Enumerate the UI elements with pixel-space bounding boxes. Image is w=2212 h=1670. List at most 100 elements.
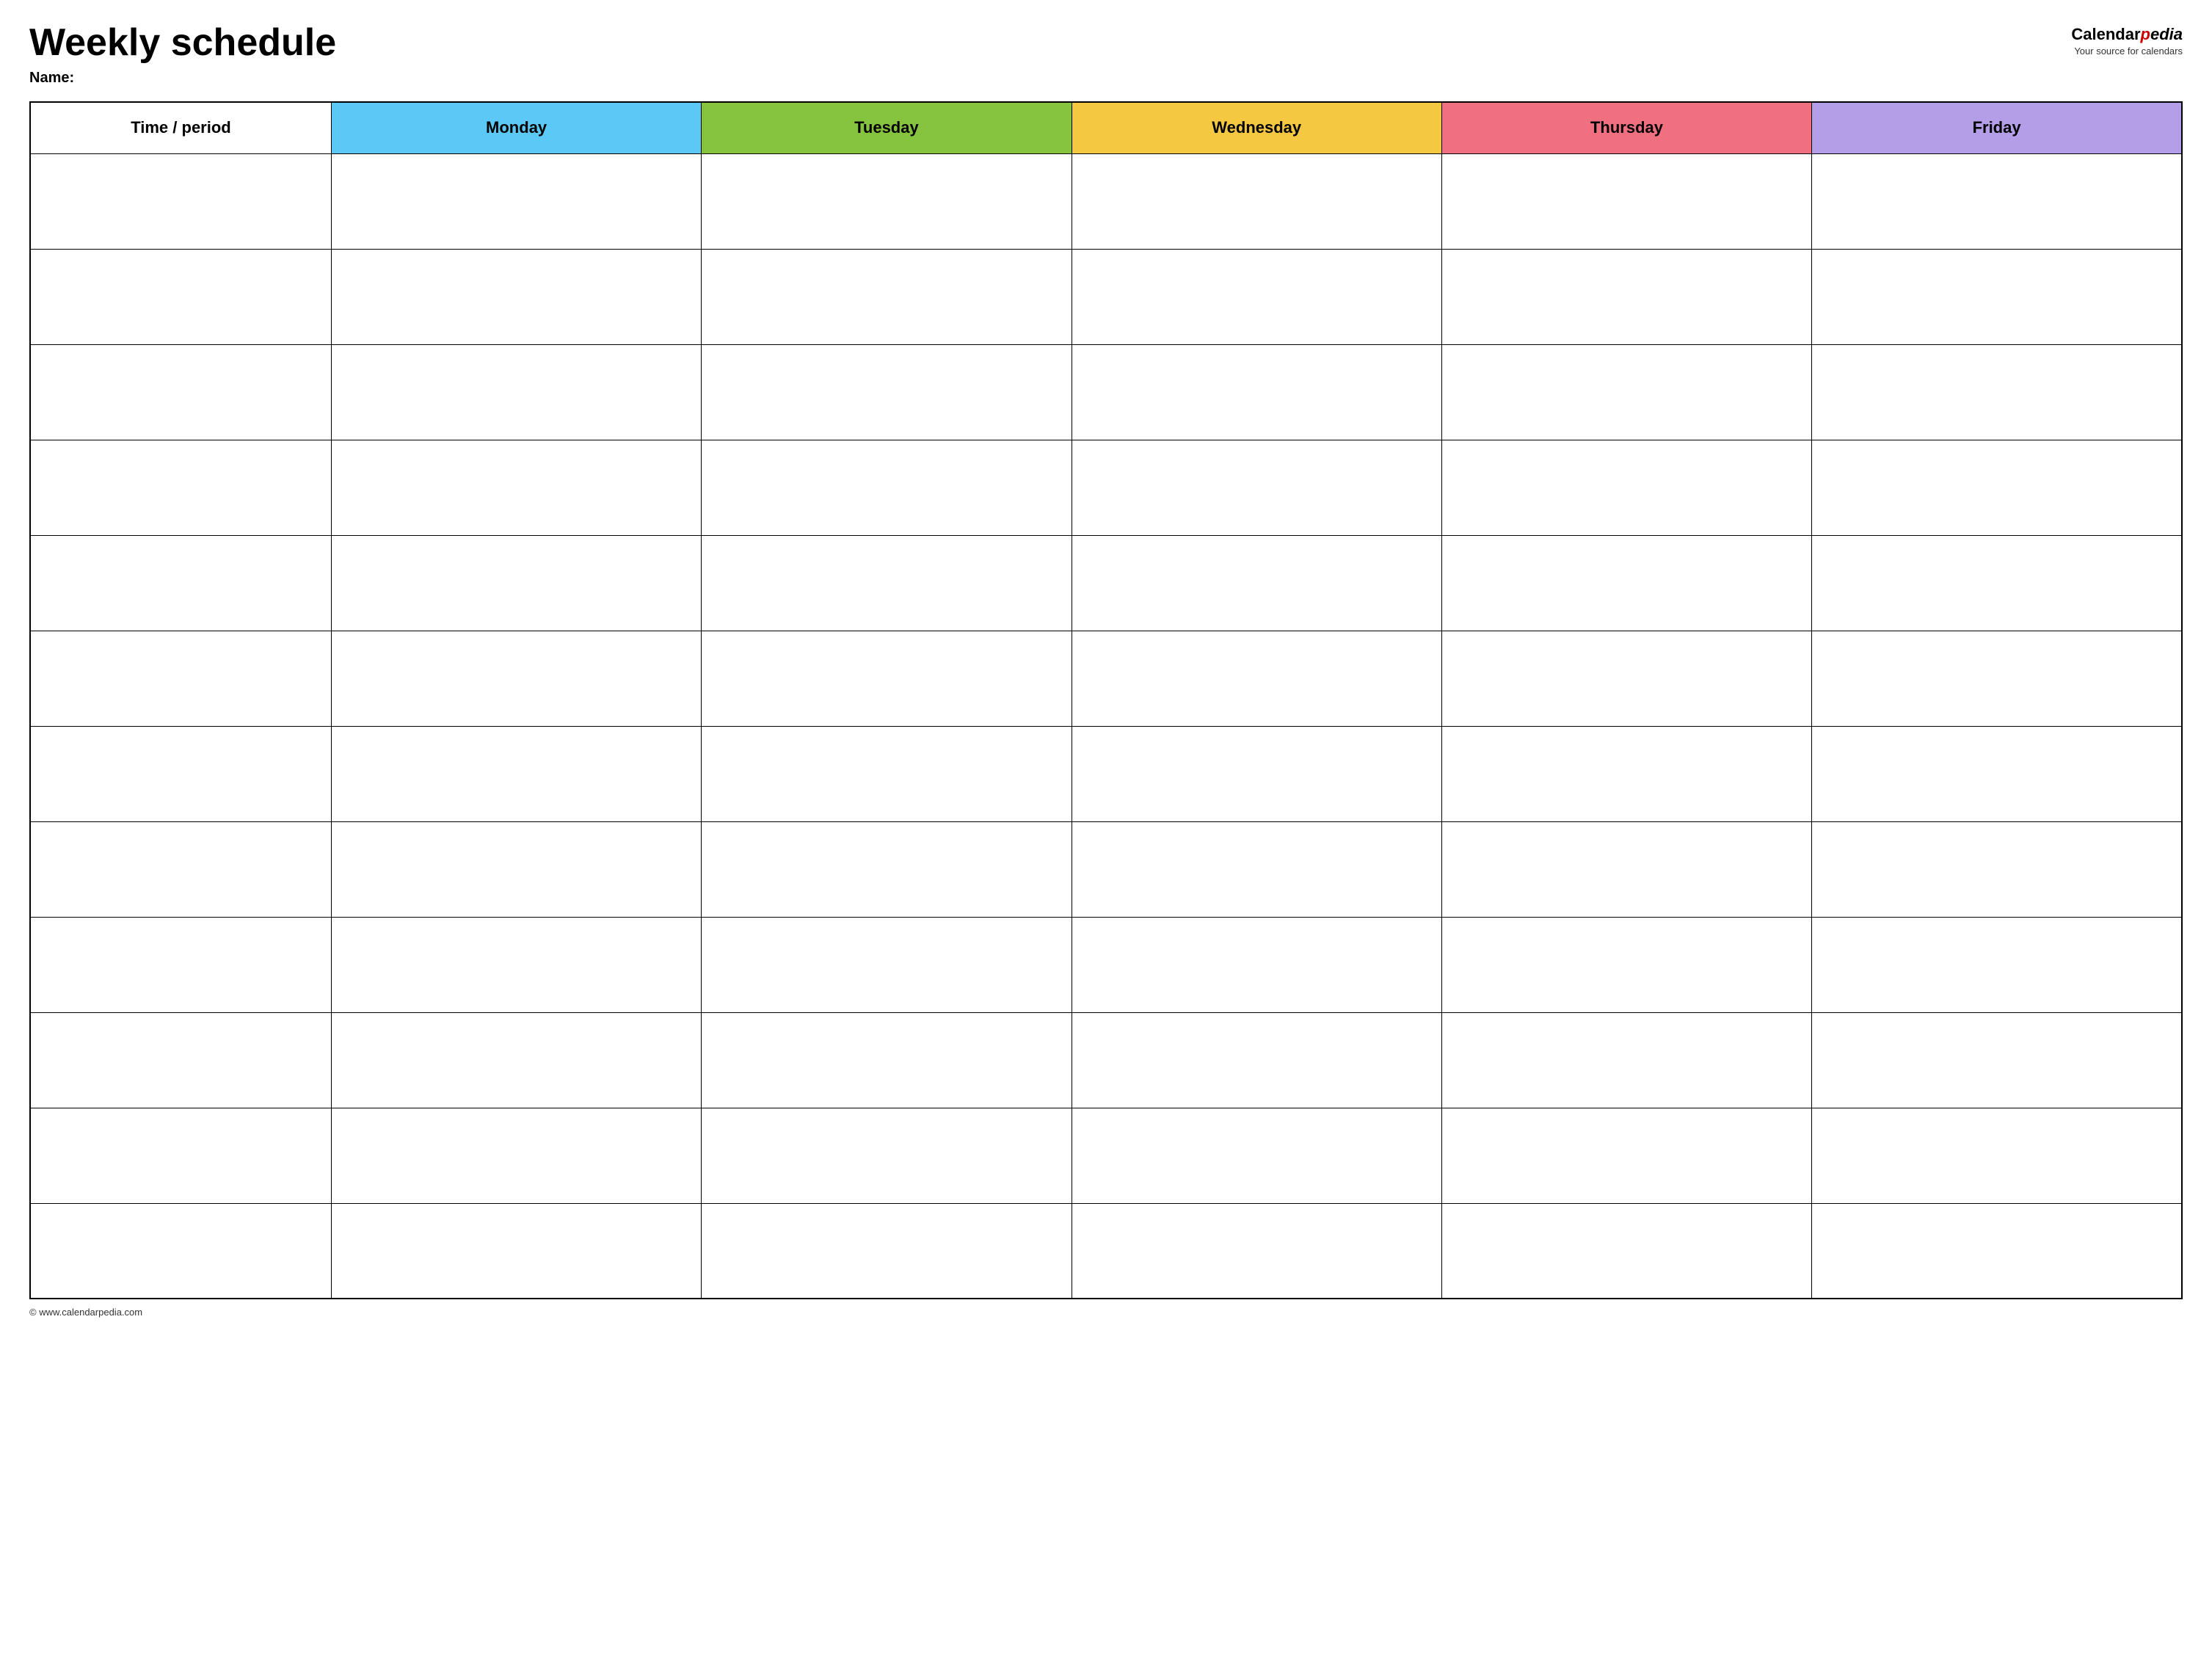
time-cell[interactable]: [30, 1108, 331, 1203]
time-cell[interactable]: [30, 535, 331, 631]
schedule-cell[interactable]: [1072, 535, 1441, 631]
schedule-cell[interactable]: [1441, 726, 1811, 821]
logo-text: Calendarpedia: [2071, 25, 2183, 44]
time-cell[interactable]: [30, 344, 331, 440]
schedule-cell[interactable]: [331, 726, 701, 821]
schedule-cell[interactable]: [1812, 631, 2182, 726]
schedule-cell[interactable]: [702, 631, 1072, 726]
table-row: [30, 535, 2182, 631]
table-row: [30, 917, 2182, 1012]
time-cell[interactable]: [30, 631, 331, 726]
schedule-cell[interactable]: [331, 1012, 701, 1108]
schedule-cell[interactable]: [331, 821, 701, 917]
schedule-cell[interactable]: [331, 344, 701, 440]
schedule-cell[interactable]: [1812, 1012, 2182, 1108]
schedule-cell[interactable]: [1072, 249, 1441, 344]
schedule-cell[interactable]: [702, 821, 1072, 917]
table-row: [30, 821, 2182, 917]
schedule-cell[interactable]: [331, 631, 701, 726]
schedule-cell[interactable]: [1812, 153, 2182, 249]
schedule-cell[interactable]: [1812, 917, 2182, 1012]
copyright-text: © www.calendarpedia.com: [29, 1307, 142, 1318]
header-wednesday: Wednesday: [1072, 102, 1441, 153]
schedule-cell[interactable]: [1441, 631, 1811, 726]
schedule-cell[interactable]: [1812, 1108, 2182, 1203]
schedule-cell[interactable]: [1441, 1012, 1811, 1108]
logo-area: Calendarpedia Your source for calendars: [2071, 25, 2183, 57]
schedule-cell[interactable]: [1072, 1108, 1441, 1203]
table-row: [30, 631, 2182, 726]
time-cell[interactable]: [30, 249, 331, 344]
header-thursday: Thursday: [1441, 102, 1811, 153]
name-label: Name:: [29, 70, 336, 87]
schedule-cell[interactable]: [1812, 726, 2182, 821]
schedule-cell[interactable]: [331, 440, 701, 535]
time-cell[interactable]: [30, 726, 331, 821]
schedule-cell[interactable]: [1441, 249, 1811, 344]
header-tuesday: Tuesday: [702, 102, 1072, 153]
schedule-cell[interactable]: [331, 1203, 701, 1299]
schedule-cell[interactable]: [1441, 440, 1811, 535]
schedule-cell[interactable]: [702, 1012, 1072, 1108]
table-row: [30, 344, 2182, 440]
table-header-row: Time / period Monday Tuesday Wednesday T…: [30, 102, 2182, 153]
time-cell[interactable]: [30, 440, 331, 535]
title-section: Weekly schedule Name:: [29, 22, 336, 87]
schedule-cell[interactable]: [331, 1108, 701, 1203]
schedule-cell[interactable]: [1441, 821, 1811, 917]
schedule-cell[interactable]: [1812, 821, 2182, 917]
schedule-cell[interactable]: [1072, 917, 1441, 1012]
table-row: [30, 726, 2182, 821]
table-row: [30, 440, 2182, 535]
schedule-cell[interactable]: [1812, 249, 2182, 344]
schedule-cell[interactable]: [1072, 1012, 1441, 1108]
schedule-cell[interactable]: [702, 1203, 1072, 1299]
schedule-cell[interactable]: [331, 249, 701, 344]
schedule-cell[interactable]: [1441, 1203, 1811, 1299]
table-row: [30, 153, 2182, 249]
schedule-cell[interactable]: [1072, 631, 1441, 726]
time-cell[interactable]: [30, 1203, 331, 1299]
time-cell[interactable]: [30, 821, 331, 917]
schedule-cell[interactable]: [1812, 344, 2182, 440]
schedule-cell[interactable]: [702, 249, 1072, 344]
weekly-schedule-table: Time / period Monday Tuesday Wednesday T…: [29, 101, 2183, 1299]
schedule-cell[interactable]: [1441, 1108, 1811, 1203]
schedule-cell[interactable]: [702, 440, 1072, 535]
table-row: [30, 249, 2182, 344]
schedule-cell[interactable]: [702, 1108, 1072, 1203]
schedule-cell[interactable]: [1441, 153, 1811, 249]
time-cell[interactable]: [30, 153, 331, 249]
schedule-cell[interactable]: [1812, 1203, 2182, 1299]
schedule-cell[interactable]: [1072, 1203, 1441, 1299]
schedule-cell[interactable]: [1072, 344, 1441, 440]
table-row: [30, 1012, 2182, 1108]
schedule-cell[interactable]: [1441, 344, 1811, 440]
schedule-cell[interactable]: [331, 153, 701, 249]
schedule-cell[interactable]: [1072, 153, 1441, 249]
schedule-cell[interactable]: [702, 726, 1072, 821]
logo-tagline: Your source for calendars: [2074, 46, 2183, 57]
schedule-cell[interactable]: [1812, 440, 2182, 535]
header-monday: Monday: [331, 102, 701, 153]
table-row: [30, 1108, 2182, 1203]
table-row: [30, 1203, 2182, 1299]
schedule-cell[interactable]: [1441, 535, 1811, 631]
schedule-cell[interactable]: [702, 535, 1072, 631]
schedule-cell[interactable]: [702, 344, 1072, 440]
time-cell[interactable]: [30, 1012, 331, 1108]
schedule-cell[interactable]: [1812, 535, 2182, 631]
schedule-cell[interactable]: [702, 917, 1072, 1012]
header-time: Time / period: [30, 102, 331, 153]
time-cell[interactable]: [30, 917, 331, 1012]
schedule-cell[interactable]: [1072, 726, 1441, 821]
schedule-cell[interactable]: [1072, 821, 1441, 917]
schedule-body: [30, 153, 2182, 1299]
schedule-cell[interactable]: [702, 153, 1072, 249]
schedule-cell[interactable]: [1441, 917, 1811, 1012]
page-title: Weekly schedule: [29, 22, 336, 64]
schedule-cell[interactable]: [331, 917, 701, 1012]
schedule-cell[interactable]: [1072, 440, 1441, 535]
schedule-cell[interactable]: [331, 535, 701, 631]
page-header: Weekly schedule Name: Calendarpedia Your…: [29, 22, 2183, 87]
